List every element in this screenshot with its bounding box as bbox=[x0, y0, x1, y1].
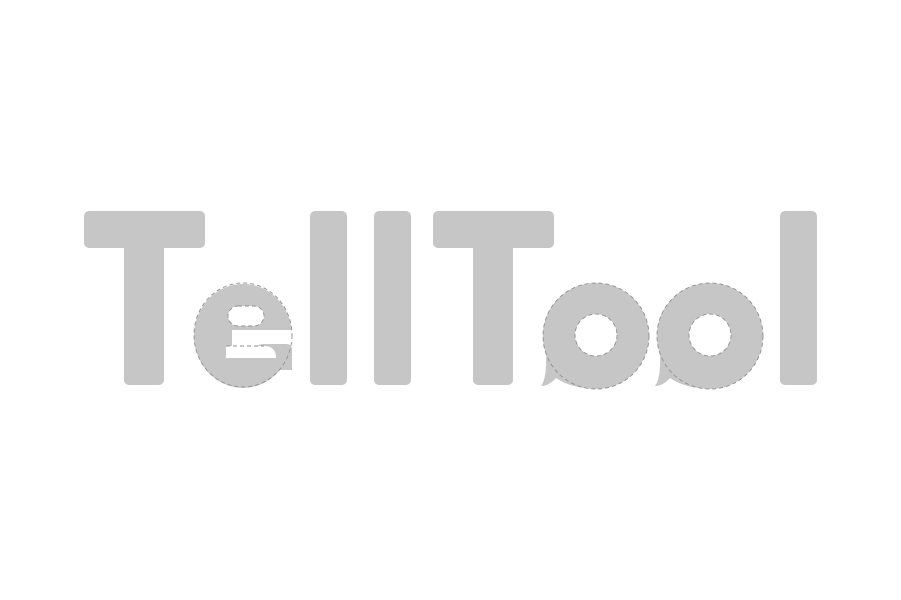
letter-o-2-speech-bubble-icon bbox=[655, 282, 763, 389]
telltool-logo bbox=[84, 211, 817, 390]
letter-l-3 bbox=[780, 211, 817, 385]
letter-t-2 bbox=[433, 211, 554, 385]
letter-t-1 bbox=[84, 211, 205, 385]
canvas: TellTool bbox=[0, 0, 901, 600]
letter-e bbox=[194, 283, 293, 388]
letter-l-2 bbox=[374, 211, 411, 385]
letter-o-1-speech-bubble-icon bbox=[541, 282, 649, 389]
letter-l-1 bbox=[310, 211, 347, 385]
